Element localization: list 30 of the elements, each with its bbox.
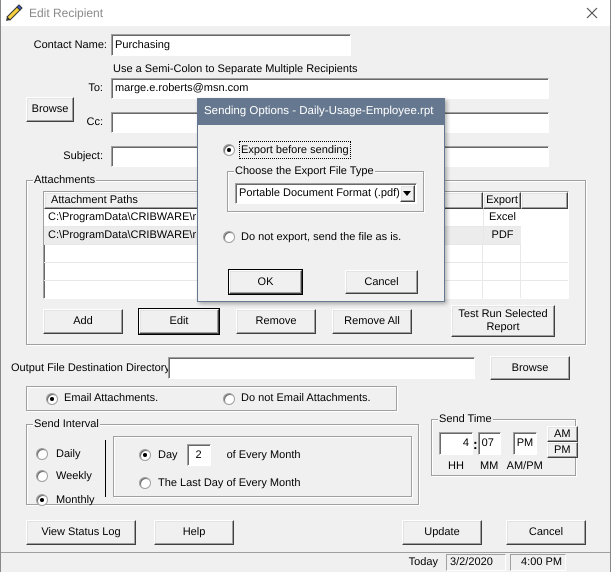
status-date: 3/2/2020 bbox=[446, 554, 506, 571]
window-title: Edit Recipient bbox=[29, 5, 104, 22]
field-label: Contact Name: bbox=[34, 38, 107, 53]
field-label: Subject: bbox=[63, 149, 103, 164]
field-label: of Every Month bbox=[226, 448, 301, 463]
table-cell: PDF bbox=[483, 227, 521, 244]
hint-text: Use a Semi-Colon to Separate Multiple Recipients bbox=[113, 62, 358, 78]
radio-label: Export before sending bbox=[240, 142, 350, 158]
radio-label: Day bbox=[158, 448, 178, 463]
table-cell-text: C:\ProgramData\CRIBWARE\r bbox=[47, 228, 194, 244]
field-label: To: bbox=[88, 81, 103, 96]
dialog-title: Sending Options - Daily-Usage-Employee.rpt bbox=[204, 104, 434, 120]
status-label: Today bbox=[408, 555, 438, 570]
time-separator: : bbox=[473, 435, 478, 454]
table-cell: Excel bbox=[483, 209, 521, 226]
radio-label: Daily bbox=[56, 446, 80, 462]
field-label: HH bbox=[448, 459, 464, 474]
radio-label: Do not Email Attachments. bbox=[241, 391, 371, 406]
table-cell-text: C:\ProgramData\CRIBWARE\r bbox=[47, 210, 194, 226]
field-label: MM bbox=[480, 459, 498, 474]
radio-label: Do not export, send the file as is. bbox=[240, 230, 402, 245]
radio-label: Weekly bbox=[56, 468, 92, 484]
group-title: Choose the Export File Type bbox=[234, 164, 375, 178]
field-label: Cc: bbox=[86, 116, 103, 128]
field-label: AM/PM bbox=[506, 459, 543, 474]
radio-label: The Last Day of Every Month bbox=[158, 476, 300, 491]
radio-label: Monthly bbox=[56, 492, 95, 508]
field-label: Output File Destination Directory bbox=[11, 362, 170, 374]
status-time: 4:00 PM bbox=[510, 554, 566, 571]
radio-label: Email Attachments. bbox=[64, 391, 158, 406]
